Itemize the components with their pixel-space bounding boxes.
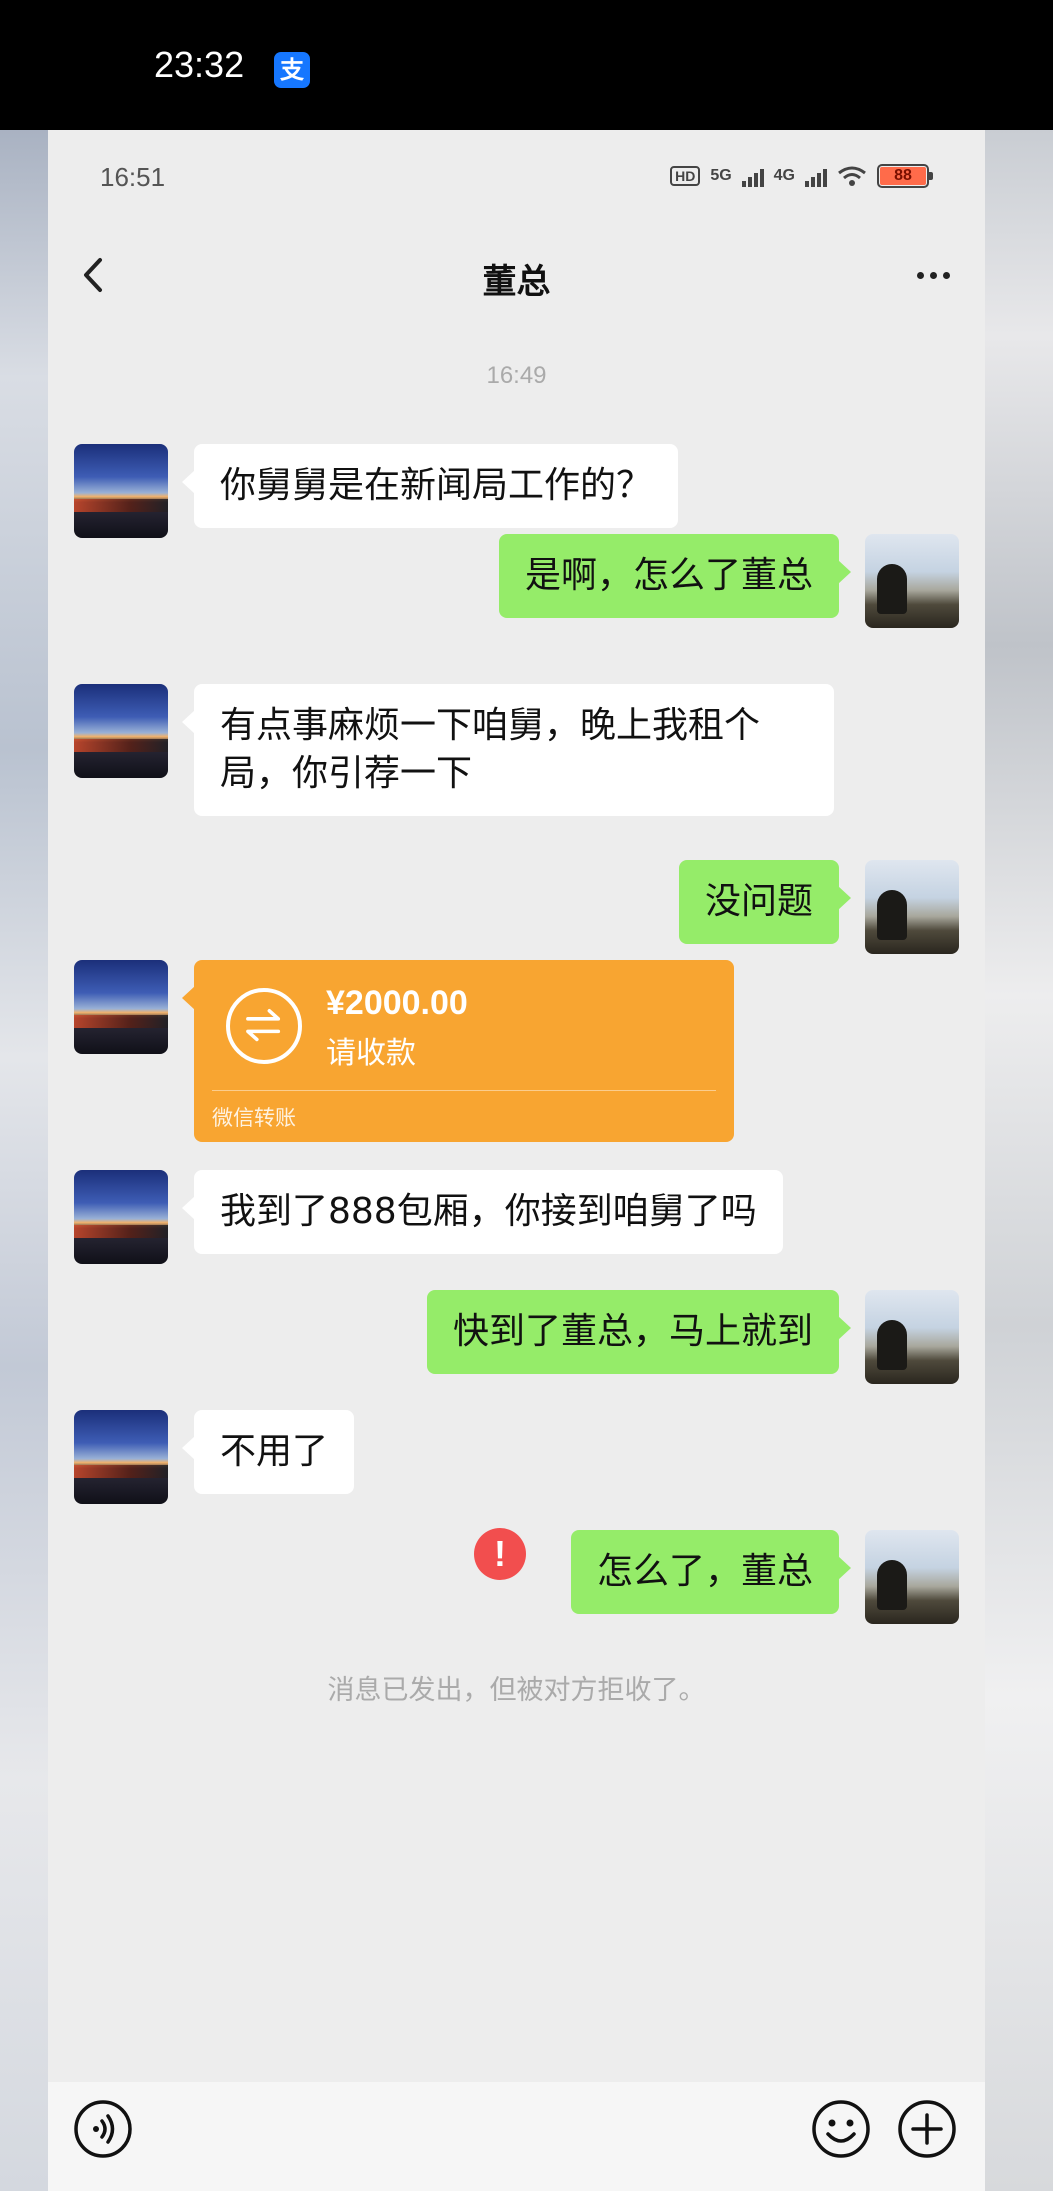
wifi-icon [838, 166, 866, 186]
signal-5g-label: 5G [710, 167, 732, 184]
voice-icon[interactable] [72, 2098, 134, 2160]
message-line: 有点事麻烦一下咱舅，晚上我租个 [220, 705, 761, 746]
transfer-icon [226, 988, 302, 1064]
plus-icon[interactable] [896, 2098, 958, 2160]
outer-clock: 23:32 [154, 44, 245, 85]
message-bubble-incoming[interactable]: 我到了888包厢，你接到咱舅了吗 [182, 1170, 783, 1254]
battery-icon: 88 [877, 164, 933, 188]
transfer-source-label: 微信转账 [212, 1106, 296, 1130]
message-bubble-incoming[interactable]: 你舅舅是在新闻局工作的？ [181, 444, 679, 528]
outer-status-bar: 23:32 支 [0, 0, 1053, 130]
contact-avatar[interactable] [74, 684, 168, 778]
battery-level: 88 [880, 167, 926, 185]
transfer-card[interactable]: ¥2000.00 请收款 微信转账 [182, 960, 734, 1142]
blurred-background-right [985, 130, 1053, 2191]
contact-avatar[interactable] [74, 1170, 168, 1264]
chat-header: 董总 [48, 230, 985, 320]
signal-bars-icon [741, 165, 764, 187]
transfer-amount: ¥2000.00 [326, 984, 468, 1022]
more-dots-icon[interactable] [903, 252, 963, 298]
contact-avatar[interactable] [74, 1410, 168, 1504]
chat-title: 董总 [482, 262, 551, 302]
message-bubble-outgoing[interactable]: 快到了董总，马上就到 [426, 1290, 852, 1374]
message-bubble-incoming[interactable]: 不用了 [181, 1410, 355, 1494]
rejected-notice: 消息已发出，但被对方拒收了。 [327, 1675, 706, 1706]
message-bubble-outgoing[interactable]: 是啊，怎么了董总 [498, 534, 852, 618]
contact-avatar[interactable] [74, 444, 168, 538]
divider [212, 1090, 716, 1091]
my-avatar[interactable] [865, 1530, 959, 1624]
blurred-background-left [0, 130, 48, 2191]
my-avatar[interactable] [865, 860, 959, 954]
contact-avatar[interactable] [74, 960, 168, 1054]
signal-4g-label: 4G [773, 167, 795, 184]
message-bubble-incoming[interactable]: 有点事麻烦一下咱舅，晚上我租个 局，你引荐一下 [182, 684, 834, 816]
transfer-status: 请收款 [326, 1036, 416, 1071]
message-line: 局，你引荐一下 [220, 753, 473, 794]
my-avatar[interactable] [865, 1290, 959, 1384]
status-time: 16:51 [100, 162, 166, 192]
status-bar: 16:51 HD 5G 4G 88 [48, 130, 985, 220]
signal-bars-icon-2 [805, 165, 827, 187]
emoji-icon[interactable] [810, 2098, 872, 2160]
input-bar [48, 2082, 985, 2191]
message-bubble-outgoing[interactable]: 没问题 [678, 860, 852, 944]
message-timestamp: 16:49 [486, 362, 547, 389]
error-icon[interactable]: ! [474, 1528, 526, 1580]
chat-screen: 16:51 HD 5G 4G 88 董总 16:49 你舅舅是在新闻局工作的？ … [48, 130, 985, 2191]
hd-icon: HD [670, 166, 701, 186]
alipay-icon: 支 [274, 52, 310, 88]
status-icons: HD 5G 4G 88 [670, 164, 933, 188]
message-bubble-outgoing-failed[interactable]: 怎么了，董总 [570, 1530, 852, 1614]
my-avatar[interactable] [865, 534, 959, 628]
